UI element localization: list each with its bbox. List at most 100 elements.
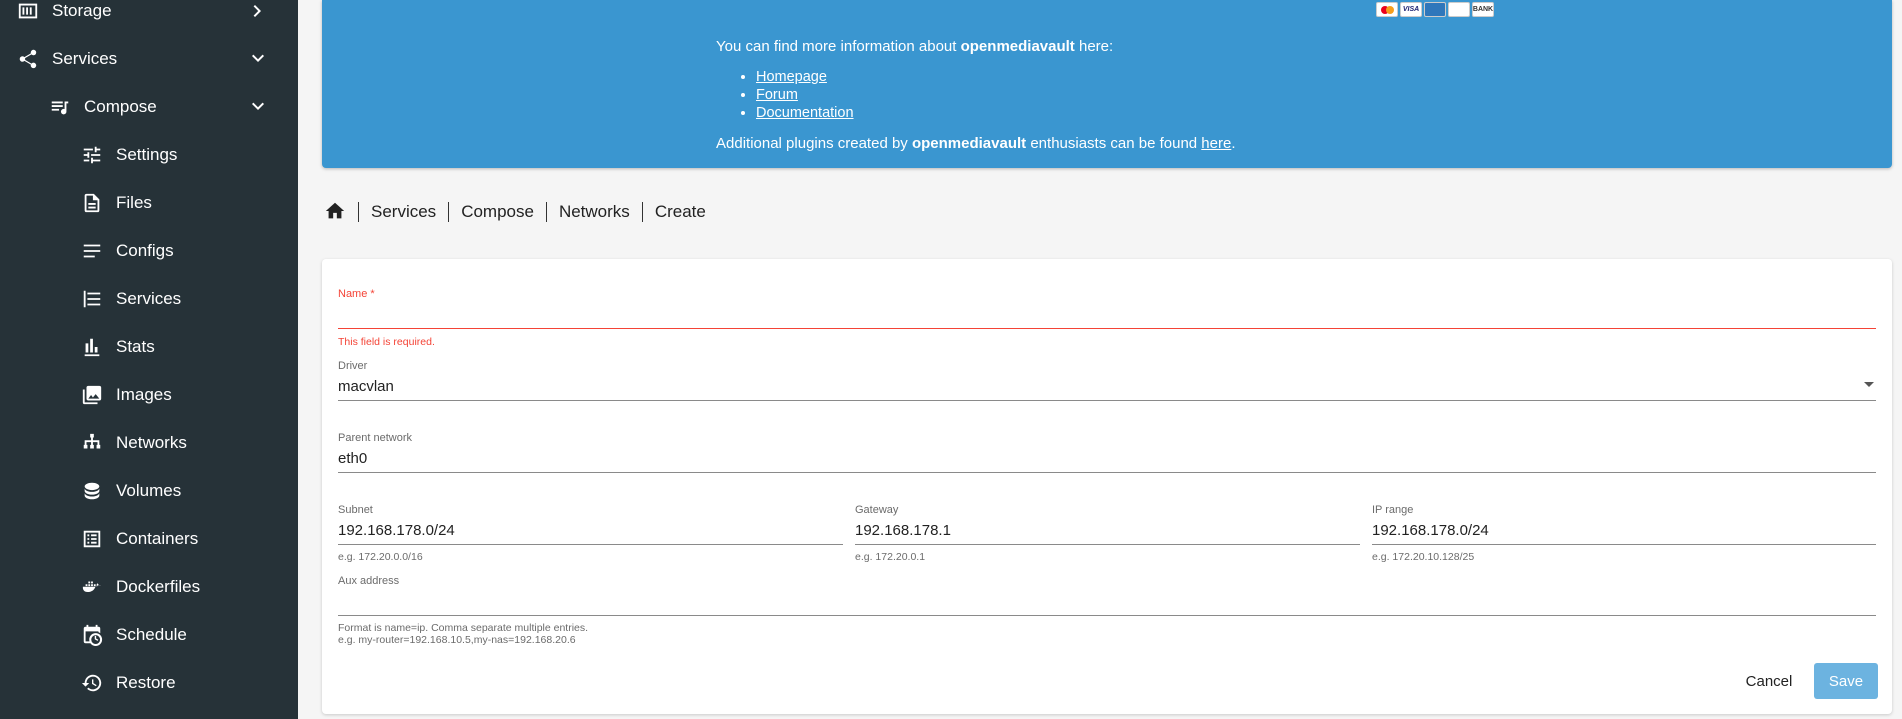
brand-name: openmediavault [911,135,1027,152]
tune-icon [80,143,104,167]
info-banner: VISA BANK You can find more information … [322,0,1892,168]
docker-icon [80,575,104,599]
breadcrumb: Services Compose Networks Create [322,200,718,224]
banner-text: enthusiasts can be found [1026,135,1202,152]
parent-network-underline [338,472,1876,473]
nav-stats[interactable]: Stats [0,323,298,371]
nav-item-label: Services [116,289,182,308]
list-item: Documentation [756,104,854,122]
nav-volumes[interactable]: Volumes [0,467,298,515]
list-box-icon [80,527,104,551]
nav-storage[interactable]: Storage [0,0,298,35]
banner-text: here: [1074,38,1114,55]
file-document-icon [80,191,104,215]
format-list-icon [80,287,104,311]
list-item: Forum [756,86,854,104]
name-error: This field is required. [338,336,435,348]
gateway-hint: e.g. 172.20.0.1 [855,551,926,563]
nav-item-label: Images [116,385,172,404]
nav-services[interactable]: Services [0,35,298,83]
banner-more-info: You can find more information about open… [716,38,1113,55]
chevron-right-icon [246,0,270,23]
banner-text: . [1231,135,1236,152]
visa-logo: VISA [1400,2,1422,17]
payment-logos: VISA BANK [1376,2,1494,17]
banner-plugins-info: Additional plugins created by openmediav… [716,135,1236,152]
ip-range-underline [1372,544,1876,545]
gateway-field[interactable]: Gateway 192.168.178.1 e.g. 172.20.0.1 [855,504,1360,566]
text-lines-icon [80,239,104,263]
brand-name: openmediavault [960,38,1075,55]
home-icon[interactable] [324,200,348,224]
nav-images[interactable]: Images [0,371,298,419]
nav-item-label: Containers [116,529,199,548]
homepage-link[interactable]: Homepage [756,69,827,85]
nav-networks[interactable]: Networks [0,419,298,467]
subnet-field[interactable]: Subnet 192.168.178.0/24 e.g. 172.20.0.0/… [338,504,843,566]
parent-network-input[interactable]: eth0 [338,450,367,467]
nav-files[interactable]: Files [0,179,298,227]
nav-item-label: Restore [116,673,176,692]
nav-item-label: Files [116,193,152,212]
breadcrumb-networks[interactable]: Networks [545,202,642,222]
database-icon [80,479,104,503]
nav-compose-label: Compose [84,97,157,116]
aux-address-field[interactable]: Aux address Format is name=ip. Comma sep… [338,575,1876,647]
bank-logo: BANK [1472,2,1494,17]
playlist-music-icon [48,95,72,119]
name-label: Name * [338,288,375,300]
name-field[interactable]: Name * This field is required. [338,288,1876,350]
cancel-button[interactable]: Cancel [1734,663,1804,699]
breadcrumb-compose[interactable]: Compose [448,202,546,222]
chevron-down-icon [246,95,270,119]
nav-item-label: Settings [116,145,178,164]
nav-item-label: Networks [116,433,187,452]
nav-compose[interactable]: Compose [0,83,298,131]
forum-link[interactable]: Forum [756,87,798,103]
nav-item-label: Schedule [116,625,187,644]
image-multiple-icon [80,383,104,407]
nav-item-label: Volumes [116,481,182,500]
nav-services-list[interactable]: Services [0,275,298,323]
subnet-input[interactable]: 192.168.178.0/24 [338,522,455,539]
network-create-form: Name * This field is required. Driver ma… [322,259,1892,714]
chevron-down-icon [246,47,270,71]
parent-network-label: Parent network [338,432,412,444]
nav-schedule[interactable]: Schedule [0,611,298,659]
mastercard-logo [1376,2,1398,17]
nav-containers[interactable]: Containers [0,515,298,563]
calendar-clock-icon [80,623,104,647]
ip-range-hint: e.g. 172.20.10.128/25 [1372,551,1475,563]
nav-configs[interactable]: Configs [0,227,298,275]
ip-range-input[interactable]: 192.168.178.0/24 [1372,522,1489,539]
nav-item-label: Dockerfiles [116,577,201,596]
banner-links: Homepage Forum Documentation [756,68,854,122]
banner-text: Additional plugins created by [716,135,912,152]
save-button[interactable]: Save [1814,663,1878,699]
nav-dockerfiles[interactable]: Dockerfiles [0,563,298,611]
documentation-link[interactable]: Documentation [756,105,854,121]
gateway-input[interactable]: 192.168.178.1 [855,522,951,539]
dropdown-arrow-icon [1864,382,1874,387]
driver-select[interactable]: Driver macvlan [338,360,1876,410]
nav-settings[interactable]: Settings [0,131,298,179]
subnet-hint: e.g. 172.20.0.0/16 [338,551,423,563]
ip-range-field[interactable]: IP range 192.168.178.0/24 e.g. 172.20.10… [1372,504,1876,566]
subnet-label: Subnet [338,504,373,516]
list-item: Homepage [756,68,854,86]
breadcrumb-services[interactable]: Services [358,202,448,222]
bar-chart-icon [80,335,104,359]
aux-address-label: Aux address [338,575,400,587]
gateway-underline [855,544,1360,545]
gateway-label: Gateway [855,504,899,516]
parent-network-field[interactable]: Parent network eth0 [338,432,1876,482]
aux-address-example: e.g. my-router=192.168.10.5,my-nas=192.1… [338,634,576,646]
share-icon [16,47,40,71]
breadcrumb-create: Create [641,202,718,222]
plugins-here-link[interactable]: here [1201,135,1231,152]
nav-restore[interactable]: Restore [0,659,298,707]
sidebar: Storage Services Compose Settings Files … [0,0,298,719]
ip-range-label: IP range [1372,504,1414,516]
driver-underline [338,400,1876,401]
lan-icon [80,431,104,455]
